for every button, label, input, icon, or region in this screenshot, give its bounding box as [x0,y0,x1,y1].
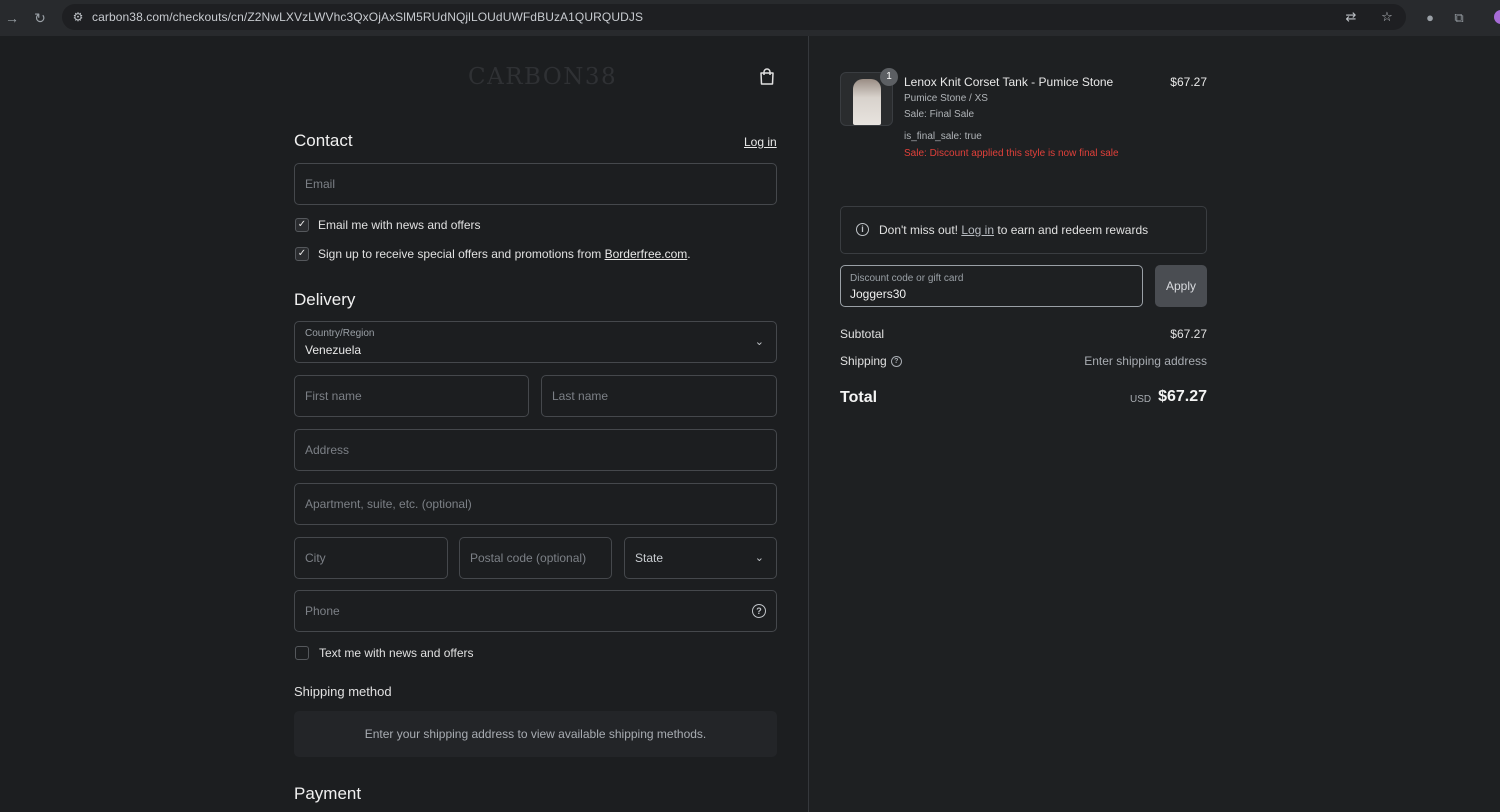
last-name-placeholder: Last name [552,389,609,403]
product-name: Lenox Knit Corset Tank - Pumice Stone [904,75,1114,89]
help-icon[interactable]: ? [890,356,902,368]
city-field[interactable]: City [294,537,448,579]
extensions-puzzle-icon[interactable]: ⧉ [1449,8,1469,28]
url-text[interactable]: carbon38.com/checkouts/cn/Z2NwLXVzLWVhc3… [92,10,643,24]
phone-placeholder: Phone [305,604,340,618]
shipping-value: Enter shipping address [1084,354,1207,368]
checkout-form-column [0,36,808,812]
rewards-suffix: to earn and redeem rewards [994,223,1149,237]
shopping-bag-icon[interactable] [757,67,777,87]
first-name-placeholder: First name [305,389,362,403]
promo-label: Sign up to receive special offers and pr… [318,247,691,261]
chevron-down-icon: ⌄ [754,552,764,564]
email-field[interactable]: Email [294,163,777,205]
login-link[interactable]: Log in [744,135,777,149]
country-label: Country/Region [305,328,375,339]
bookmark-star-icon[interactable]: ☆ [1378,9,1396,25]
discount-value[interactable]: Joggers30 [850,287,906,301]
forward-icon[interactable]: → [2,8,22,28]
shipping-methods-placeholder: Enter your shipping address to view avai… [294,711,777,757]
address-bar[interactable]: ⚙ carbon38.com/checkouts/cn/Z2NwLXVzLWVh… [62,4,1406,30]
total-value: $67.27 [1158,388,1207,405]
postal-code-field[interactable]: Postal code (optional) [459,537,612,579]
address-field[interactable]: Address [294,429,777,471]
translate-icon[interactable]: ⇄ [1342,9,1360,25]
borderfree-link[interactable]: Borderfree.com [605,247,688,261]
extension-icon[interactable]: ● [1420,8,1440,28]
shipping-method-title: Shipping method [294,684,392,699]
product-variant: Pumice Stone / XS [904,93,988,104]
rewards-text: Don't miss out! Log in to earn and redee… [879,223,1148,237]
state-select[interactable]: State ⌄ [624,537,777,579]
promo-checkbox[interactable]: ✓ [295,247,309,261]
total-currency: USD [1130,394,1152,405]
text-news-checkbox[interactable] [295,646,309,660]
apartment-field[interactable]: Apartment, suite, etc. (optional) [294,483,777,525]
text-news-label: Text me with news and offers [319,646,474,660]
discount-label: Discount code or gift card [850,273,964,284]
browser-toolbar: → ↻ ⚙ carbon38.com/checkouts/cn/Z2NwLXVz… [0,0,1500,36]
city-placeholder: City [305,551,326,565]
apartment-placeholder: Apartment, suite, etc. (optional) [305,497,472,511]
payment-title: Payment [294,784,362,803]
help-icon[interactable]: ? [752,604,766,618]
product-final-sale-flag: is_final_sale: true [904,131,982,142]
rewards-banner: i Don't miss out! Log in to earn and red… [840,206,1207,254]
shipping-methods-message: Enter your shipping address to view avai… [364,727,707,741]
chevron-down-icon: ⌄ [754,336,764,348]
country-value: Venezuela [305,343,362,357]
contact-title: Contact [294,131,353,150]
subtotal-label: Subtotal [840,327,885,341]
email-news-label: Email me with news and offers [318,218,481,232]
rewards-login-link[interactable]: Log in [961,223,994,237]
discount-code-field[interactable]: Discount code or gift card Joggers30 [840,265,1143,307]
apply-button[interactable]: Apply [1155,265,1207,307]
phone-field[interactable]: Phone ? [294,590,777,632]
product-image [853,79,881,125]
rewards-prefix: Don't miss out! [879,223,962,237]
quantity-badge: 1 [880,68,898,86]
delivery-title: Delivery [294,290,356,309]
subtotal-value: $67.27 [1170,327,1207,341]
country-select[interactable]: Country/Region Venezuela ⌄ [294,321,777,363]
brand-logo[interactable]: CARBON38 [468,64,617,90]
promo-text: Sign up to receive special offers and pr… [318,247,605,261]
state-placeholder: State [635,551,664,565]
reload-icon[interactable]: ↻ [30,8,50,28]
last-name-field[interactable]: Last name [541,375,777,417]
promo-suffix: . [687,247,691,261]
postal-placeholder: Postal code (optional) [470,551,587,565]
profile-avatar[interactable] [1494,10,1500,24]
address-placeholder: Address [305,443,350,457]
site-info-icon[interactable]: ⚙ [70,9,86,25]
discount-final-sale-note: Sale: Discount applied this style is now… [904,148,1119,159]
total-label: Total [840,389,878,406]
email-placeholder: Email [305,177,336,191]
first-name-field[interactable]: First name [294,375,529,417]
product-price: $67.27 [1170,75,1207,89]
shipping-label: Shipping? [840,354,902,368]
email-news-checkbox[interactable]: ✓ [295,218,309,232]
shipping-label-text: Shipping [840,354,887,368]
product-sale-tag: Sale: Final Sale [904,109,975,120]
info-icon: i [856,223,869,236]
